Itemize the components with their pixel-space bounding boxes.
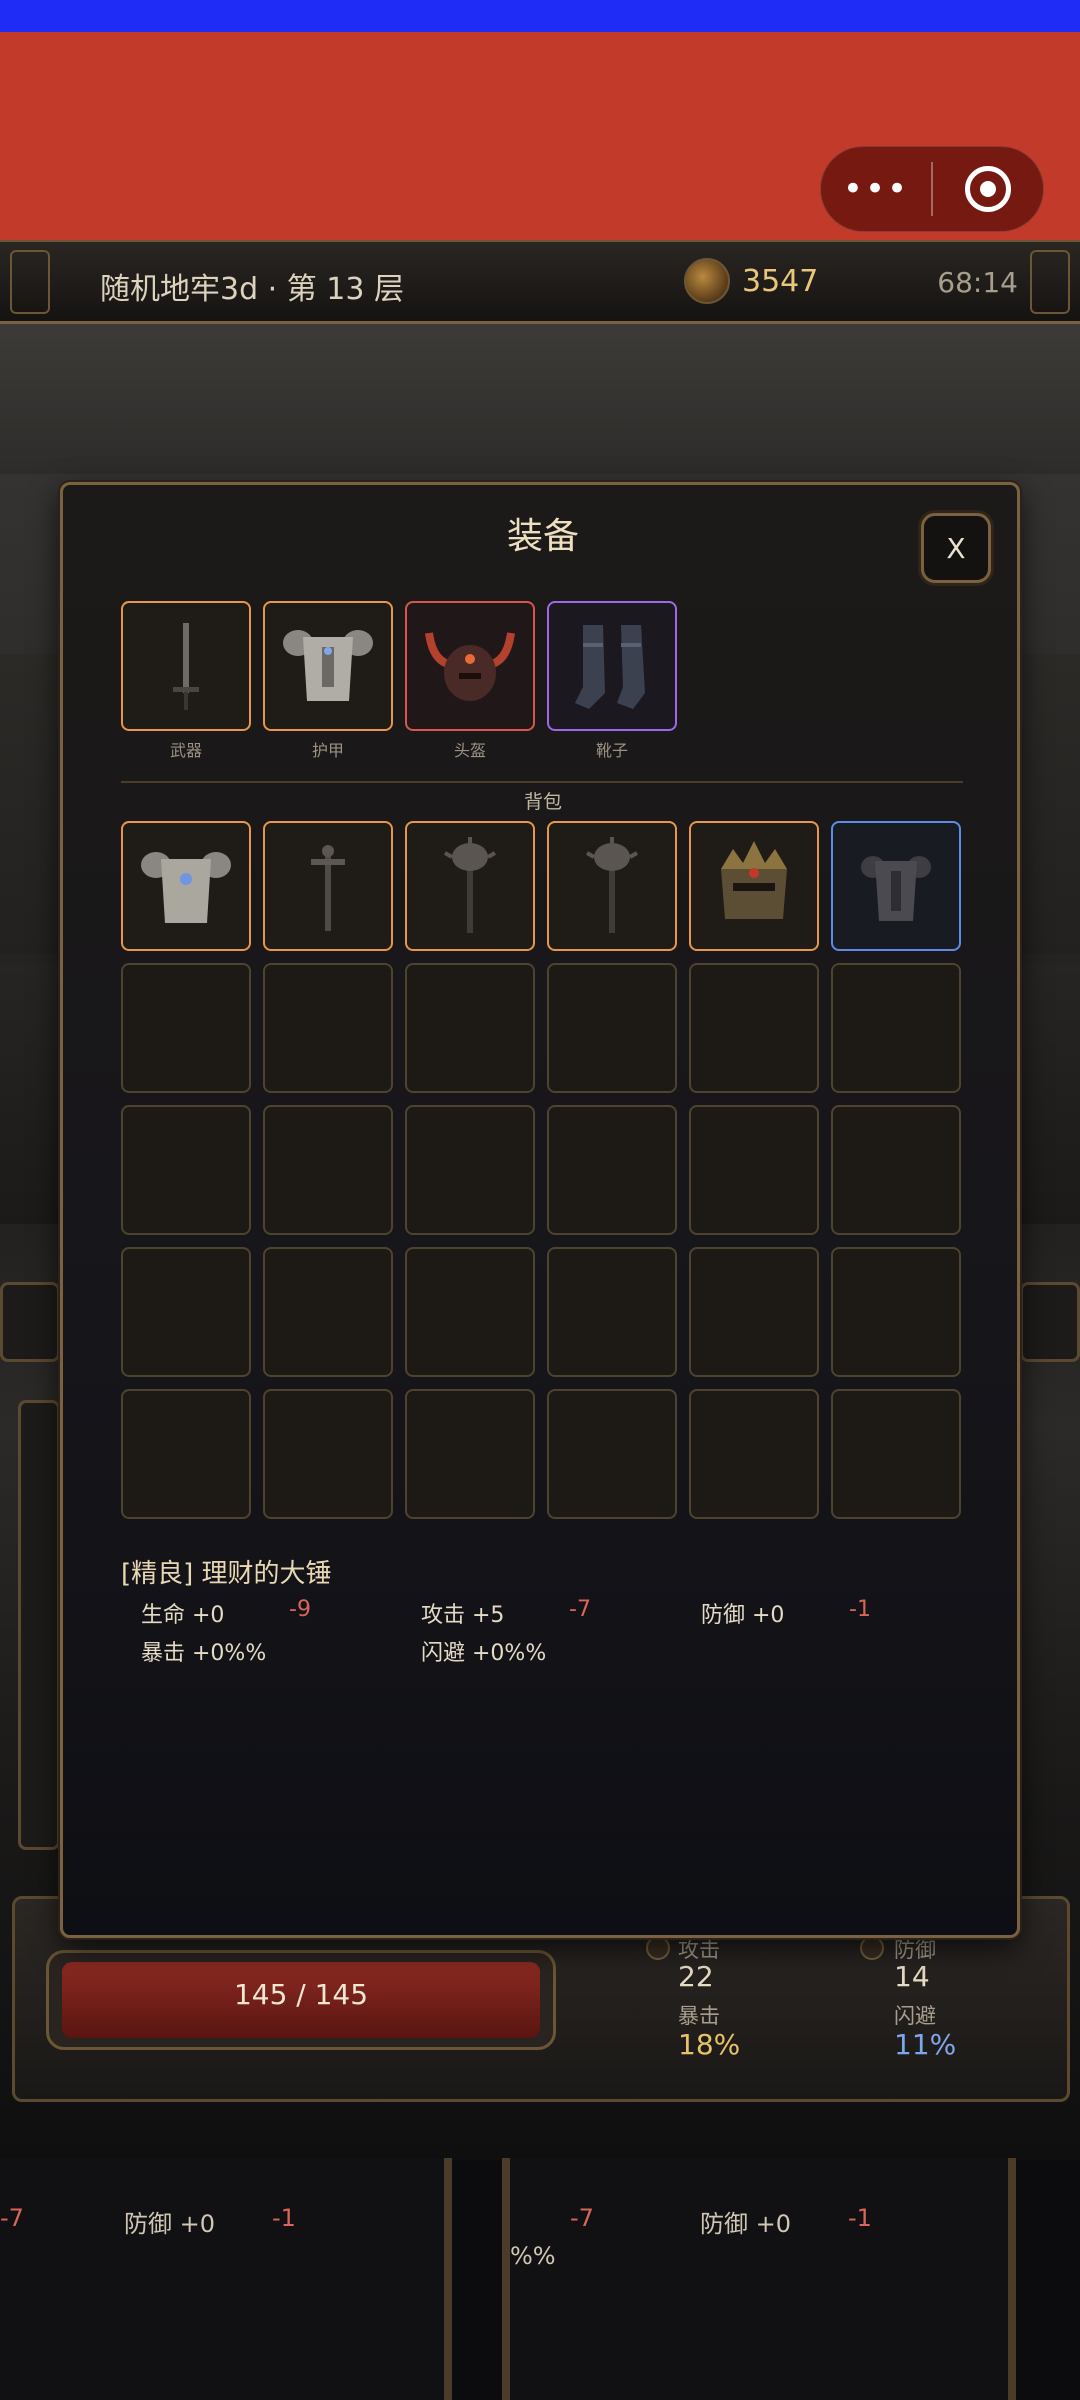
close-button[interactable]: X [921, 513, 991, 583]
slot-label-armor: 护甲 [311, 741, 344, 760]
capsule-menu: ••• [820, 146, 1044, 232]
plate-armor-icon [283, 630, 373, 701]
dungeon-floor-title: 随机地牢3d · 第 13 层 [100, 272, 404, 307]
dodge-value: 11% [894, 2028, 957, 2061]
gold-coin-icon [684, 258, 730, 304]
gold-amount: 3547 [742, 264, 819, 299]
horned-helmet-icon [425, 632, 515, 701]
equipment-panel: 装备 X 武器 护甲 头盔 靴子 背包 [精良] 理财的大锤 生命 +0 -9 … [60, 482, 1020, 1938]
bag-slot[interactable] [121, 821, 251, 951]
crit-label: 暴击 [678, 2004, 720, 2028]
defense-icon [860, 1936, 884, 1960]
bag-slot-empty[interactable] [831, 963, 961, 1093]
bag-slot-empty[interactable] [263, 963, 393, 1093]
bag-slot-empty[interactable] [547, 1247, 677, 1377]
equip-slot-armor[interactable] [263, 601, 393, 731]
crowned-helmet-icon [721, 841, 787, 919]
bag-slot-empty[interactable] [831, 1247, 961, 1377]
mace-icon [586, 837, 638, 933]
bag-section-label: 背包 [523, 791, 562, 813]
bag-slot-empty[interactable] [405, 1389, 535, 1519]
bag-slot-empty[interactable] [263, 1389, 393, 1519]
stat-diff: -7 [570, 2204, 594, 2232]
background-item-panel-left: -7 防御 +0 -1 [0, 2158, 452, 2400]
frame-corner-ornament [10, 250, 50, 314]
defense-stat: 防御 +0 [124, 2210, 216, 2238]
item-def-diff: -1 [849, 1597, 871, 1622]
bag-slot[interactable] [689, 821, 819, 951]
equip-slot-helmet[interactable] [405, 601, 535, 731]
hud-right-ornament [1020, 1282, 1080, 1362]
bag-slot-empty[interactable] [547, 1389, 677, 1519]
item-def-stat: 防御 +0 [701, 1603, 785, 1628]
bag-slot-empty[interactable] [689, 1105, 819, 1235]
plate-armor-icon [141, 852, 231, 923]
bag-slot-empty[interactable] [831, 1105, 961, 1235]
close-mini-program-button[interactable] [933, 166, 1043, 212]
background-item-panel-right: -7 防御 +0 -1 %% [502, 2158, 1016, 2400]
bag-slot-empty[interactable] [405, 1105, 535, 1235]
selected-item-name: [精良] 理财的大锤 [121, 1559, 332, 1589]
panel-title: 装备 [506, 516, 579, 557]
slot-label-helmet: 头盔 [453, 741, 486, 760]
equip-slot-boots[interactable] [547, 601, 677, 731]
stat-diff: -7 [0, 2204, 24, 2232]
defense-stat: 防御 +0 [700, 2210, 792, 2238]
section-divider [121, 781, 963, 783]
attack-value: 22 [678, 1960, 714, 1993]
defense-diff: -1 [848, 2204, 872, 2232]
hp-value: 145 / 145 [233, 1978, 369, 2011]
bag-slot[interactable] [831, 821, 961, 951]
target-icon [965, 166, 1011, 212]
mace-icon [444, 837, 496, 933]
bag-slot-empty[interactable] [547, 1105, 677, 1235]
item-atk-diff: -7 [569, 1597, 591, 1622]
defense-diff: -1 [272, 2204, 296, 2232]
boots-icon [575, 625, 645, 709]
item-hp-stat: 生命 +0 [141, 1603, 225, 1628]
cross-staff-icon [311, 845, 345, 931]
bag-slot-empty[interactable] [121, 963, 251, 1093]
equip-slot-weapon[interactable] [121, 601, 251, 731]
bag-slot[interactable] [547, 821, 677, 951]
slot-label-weapon: 武器 [169, 741, 202, 760]
defense-value: 14 [894, 1960, 930, 1993]
game-top-bar: 随机地牢3d · 第 13 层 3547 68:14 [0, 240, 1080, 324]
status-bar [0, 0, 1080, 32]
bag-slot-empty[interactable] [405, 963, 535, 1093]
dodge-label: 闪避 [894, 2004, 936, 2028]
bag-slot-empty[interactable] [263, 1105, 393, 1235]
bag-slot-empty[interactable] [547, 963, 677, 1093]
slot-label-boots: 靴子 [595, 741, 628, 760]
bag-slot-empty[interactable] [121, 1105, 251, 1235]
hud-left-ornament [0, 1282, 60, 1362]
attack-icon [646, 1936, 670, 1960]
percent-text: %% [510, 2242, 556, 2270]
bag-slot-empty[interactable] [689, 1389, 819, 1519]
bag-slot-empty[interactable] [689, 963, 819, 1093]
bag-slot-empty[interactable] [121, 1389, 251, 1519]
item-atk-stat: 攻击 +5 [421, 1603, 505, 1628]
item-hp-diff: -9 [289, 1597, 311, 1622]
crit-value: 18% [678, 2028, 741, 2061]
bag-slot-empty[interactable] [689, 1247, 819, 1377]
item-crit-stat: 暴击 +0%% [141, 1641, 267, 1666]
more-dots-icon[interactable]: ••• [821, 172, 931, 206]
sword-icon [173, 623, 199, 710]
frame-corner-ornament [1030, 250, 1070, 314]
dark-armor-icon [861, 856, 931, 921]
item-dodge-stat: 闪避 +0%% [421, 1641, 547, 1666]
hud-left-rail [18, 1400, 60, 1850]
bag-slot-empty[interactable] [831, 1389, 961, 1519]
bag-slot-empty[interactable] [405, 1247, 535, 1377]
bag-slot-empty[interactable] [263, 1247, 393, 1377]
bag-slot-empty[interactable] [121, 1247, 251, 1377]
bag-slot[interactable] [405, 821, 535, 951]
bag-slot[interactable] [263, 821, 393, 951]
elapsed-timer: 68:14 [937, 266, 1018, 299]
